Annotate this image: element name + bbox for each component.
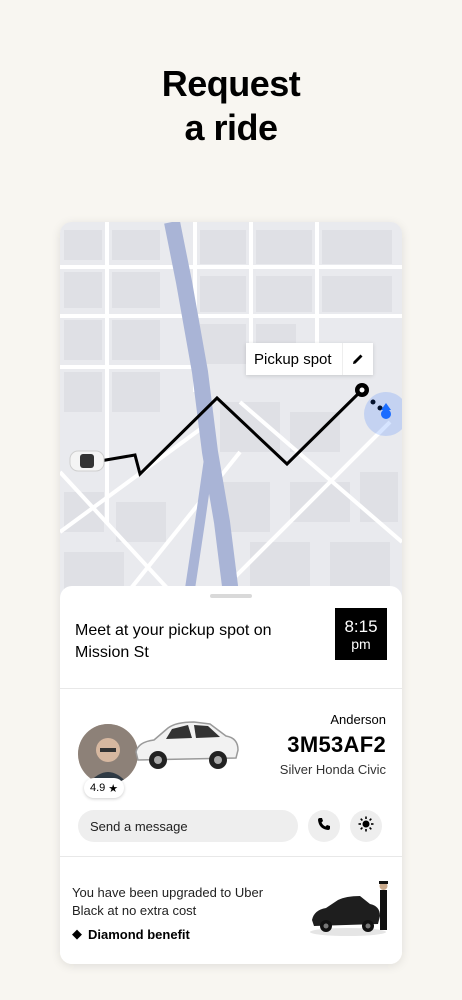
headline-line-2: a ride xyxy=(184,107,278,148)
trip-sheet: Meet at your pickup spot on Mission St 8… xyxy=(60,586,402,964)
safety-button[interactable] xyxy=(350,810,382,842)
upgrade-message: You have been upgraded to Uber Black at … xyxy=(72,885,264,918)
map-canvas xyxy=(60,222,402,602)
driver-avatar[interactable] xyxy=(78,724,138,784)
send-message-input[interactable]: Send a message xyxy=(78,810,298,842)
divider xyxy=(60,688,402,689)
diamond-icon: ◆ xyxy=(72,926,82,941)
phone-icon xyxy=(317,817,331,836)
headline: Request a ride xyxy=(0,62,462,150)
safety-icon xyxy=(358,816,374,837)
driver-name: Anderson xyxy=(330,712,386,727)
call-button[interactable] xyxy=(308,810,340,842)
phone-screen: Pickup spot Meet at your pickup spot on … xyxy=(60,222,402,964)
eta-period: pm xyxy=(351,635,371,652)
headline-line-1: Request xyxy=(161,63,301,104)
star-icon: ★ xyxy=(108,782,119,795)
message-placeholder: Send a message xyxy=(90,818,188,834)
meet-instruction: Meet at your pickup spot on Mission St xyxy=(75,622,272,661)
driver-rating: 4.9 ★ xyxy=(84,778,125,798)
eta-time: 8:15 xyxy=(344,616,378,636)
license-plate: 3M53AF2 xyxy=(287,732,386,757)
sheet-grabber[interactable] xyxy=(210,594,252,598)
car-marker xyxy=(69,450,105,472)
diamond-benefit-label: Diamond benefit xyxy=(88,926,190,942)
car-description: Silver Honda Civic xyxy=(279,762,386,777)
pencil-icon[interactable] xyxy=(341,343,373,375)
diamond-benefit[interactable]: ◆ Diamond benefit xyxy=(72,926,190,942)
eta-badge: 8:15 pm xyxy=(335,608,387,660)
rating-value: 4.9 xyxy=(90,782,106,794)
pickup-spot-chip[interactable]: Pickup spot xyxy=(246,343,373,375)
divider xyxy=(60,856,402,857)
car-image xyxy=(130,712,242,776)
map[interactable]: Pickup spot xyxy=(60,222,402,602)
black-car-chauffeur-image xyxy=(308,874,394,940)
pickup-spot-label: Pickup spot xyxy=(254,350,332,368)
